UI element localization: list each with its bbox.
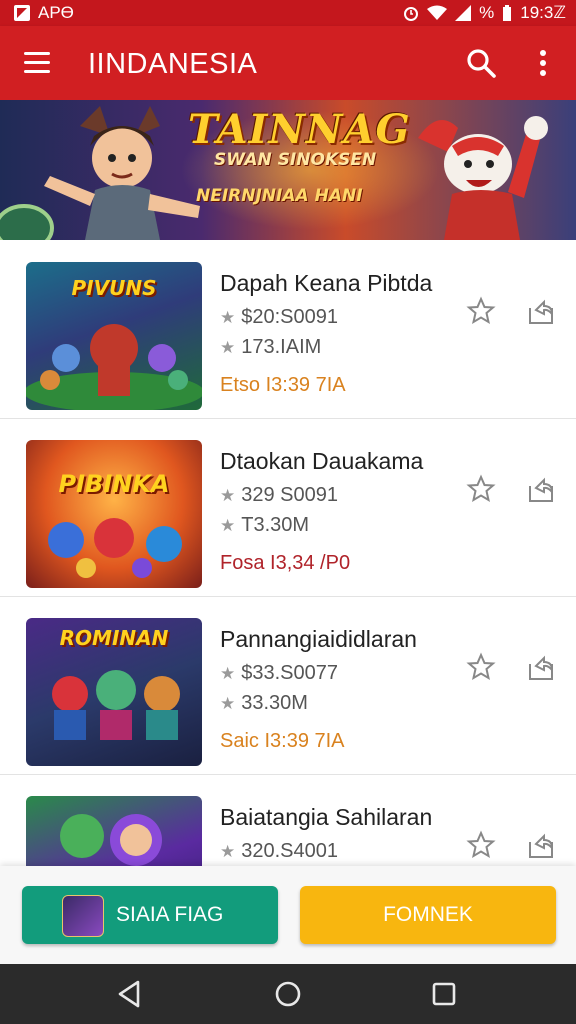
item-name: Dtaokan Dauakama <box>220 448 424 474</box>
menu-icon[interactable] <box>24 52 52 74</box>
star-icon: ★ <box>220 516 236 535</box>
app-bar: IINDANESIA <box>0 26 576 100</box>
game-thumbnail: ROMINAN <box>26 618 202 766</box>
list-item[interactable]: Baiatangia Sahilaran ★ 320.S4001 <box>0 774 576 866</box>
alarm-icon <box>404 7 419 21</box>
wifi-icon <box>427 5 448 20</box>
star-outline-icon[interactable] <box>466 652 496 682</box>
secondary-action-label: FOMNEK <box>383 903 473 926</box>
notification-icon <box>14 5 30 21</box>
game-thumbnail: PIVUNS <box>26 262 202 410</box>
game-thumbnail <box>26 796 202 866</box>
game-app-icon <box>62 895 104 937</box>
recents-icon[interactable] <box>428 978 460 1010</box>
item-price: ★ $20:S0091 <box>220 306 339 328</box>
battery-icon <box>503 5 512 21</box>
item-date: Saic I3:39 7IA <box>220 730 345 752</box>
item-size: ★ T3.30M <box>220 514 310 536</box>
star-icon: ★ <box>220 842 236 861</box>
share-icon[interactable] <box>526 296 556 326</box>
item-price: ★ 320.S4001 <box>220 840 339 862</box>
status-time: 19:3ℤ <box>520 3 566 22</box>
primary-action-button[interactable]: SIAIA FIAG <box>22 886 278 944</box>
banner-title: TAINNAG <box>188 106 411 153</box>
list-item[interactable]: PIVUNS Dapah Keana Pibtda ★ $20:S0091 ★ 17… <box>0 240 576 419</box>
item-price: ★ $33.S0077 <box>220 662 339 684</box>
item-date: Fosa I3,34 /P0 <box>220 552 351 574</box>
signal-icon <box>455 5 472 21</box>
thumbnail-title: PIBINKA <box>58 470 170 498</box>
item-date: Etso I3:39 7IA <box>220 374 346 396</box>
share-icon[interactable] <box>526 474 556 504</box>
banner-dog-character <box>418 116 548 240</box>
battery-percent: % <box>479 3 495 22</box>
star-outline-icon[interactable] <box>466 830 496 860</box>
star-outline-icon[interactable] <box>466 474 496 504</box>
system-nav-bar <box>0 964 576 1024</box>
bottom-action-bar: SIAIA FIAG FOMNEK <box>0 866 576 964</box>
item-size: ★ 173.IAIM <box>220 336 322 358</box>
back-icon[interactable] <box>114 978 146 1010</box>
item-name: Baiatangia Sahilaran <box>220 804 433 830</box>
game-thumbnail: PIBINKA <box>26 440 202 588</box>
primary-action-label: SIAIA FIAG <box>116 903 224 926</box>
home-icon[interactable] <box>272 978 304 1010</box>
thumbnail-title: PIVUNS <box>71 276 157 300</box>
app-title: IINDANESIA <box>88 48 258 80</box>
banner-coin-left <box>0 204 54 240</box>
star-icon: ★ <box>220 694 236 713</box>
banner-hero-character <box>44 106 200 240</box>
item-price: ★ 329 S0091 <box>220 484 339 506</box>
more-vert-icon[interactable] <box>532 46 554 80</box>
item-size: ★ 33.30M <box>220 692 308 714</box>
item-name: Dapah Keana Pibtda <box>220 270 433 296</box>
secondary-action-button[interactable]: FOMNEK <box>300 886 556 944</box>
list-item[interactable]: PIBINKA Dtaokan Dauakama ★ 329 S0091 ★ T3.… <box>0 418 576 597</box>
star-icon: ★ <box>220 338 236 357</box>
star-icon: ★ <box>220 308 236 327</box>
banner-subtitle: SWAN SINOKSEN <box>214 150 377 170</box>
star-icon: ★ <box>220 664 236 683</box>
list-item[interactable]: ROMINAN Pannangiaididlaran ★ $33.S0077 ★ 3… <box>0 596 576 775</box>
status-carrier: APϴ <box>38 3 74 22</box>
item-name: Pannangiaididlaran <box>220 626 417 652</box>
promo-banner[interactable]: TAINNAG SWAN SINOKSEN NEIRNJNIAA HANI <box>0 100 576 240</box>
star-icon: ★ <box>220 486 236 505</box>
star-outline-icon[interactable] <box>466 296 496 326</box>
share-icon[interactable] <box>526 830 556 860</box>
status-bar: APϴ % 19:3ℤ <box>0 0 576 26</box>
share-icon[interactable] <box>526 652 556 682</box>
search-icon[interactable] <box>464 46 498 80</box>
thumbnail-title: ROMINAN <box>59 626 169 650</box>
banner-tagline: NEIRNJNIAA HANI <box>196 186 363 206</box>
